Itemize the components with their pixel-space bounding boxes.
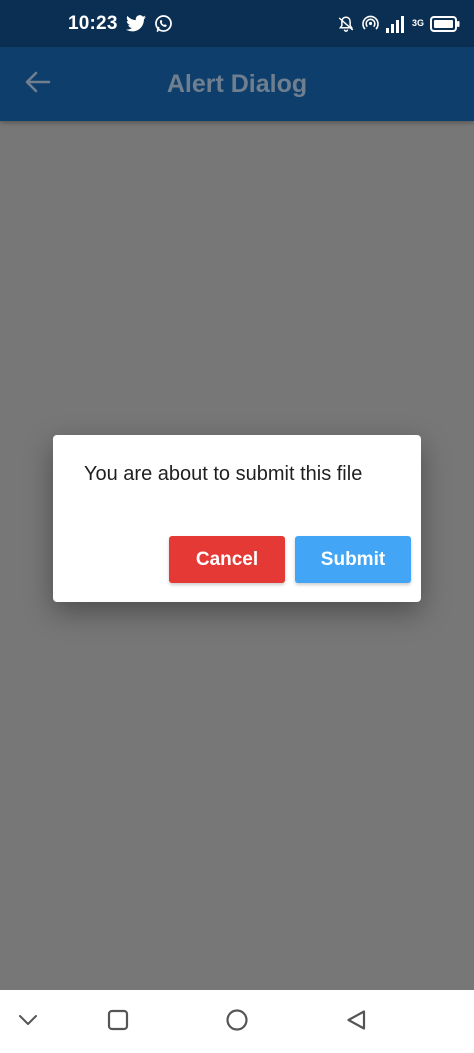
status-right: 3G (337, 14, 460, 33)
back-button[interactable] (16, 62, 60, 106)
status-time: 10:23 (68, 12, 118, 34)
screen: 10:23 3G Alert Dialog You are about to s… (0, 0, 474, 1053)
battery-icon (430, 15, 460, 32)
page-title: Alert Dialog (166, 69, 308, 98)
signal-icon (385, 15, 406, 33)
recents-square-icon (107, 1009, 129, 1036)
nav-recents-button[interactable] (103, 1007, 133, 1037)
status-bar: 10:23 3G (0, 0, 474, 47)
status-left: 10:23 (68, 13, 173, 35)
submit-button[interactable]: Submit (295, 536, 411, 583)
nav-hide-button[interactable] (13, 1007, 43, 1037)
arrow-back-icon (25, 71, 51, 98)
network-type-label: 3G (411, 18, 424, 28)
hotspot-icon (361, 14, 380, 33)
nav-bar (0, 990, 474, 1053)
back-triangle-icon (345, 1009, 367, 1036)
dialog-message: You are about to submit this file (84, 463, 363, 485)
chevron-down-icon (18, 1013, 38, 1031)
nav-home-button[interactable] (222, 1007, 252, 1037)
cancel-button[interactable]: Cancel (169, 536, 285, 583)
twitter-icon (125, 15, 146, 32)
whatsapp-icon (154, 14, 173, 33)
alarm-icon (337, 15, 355, 33)
nav-back-button[interactable] (341, 1007, 371, 1037)
app-bar: Alert Dialog (0, 47, 474, 121)
alert-dialog: You are about to submit this file Cancel… (53, 435, 421, 602)
home-circle-icon (225, 1008, 249, 1037)
